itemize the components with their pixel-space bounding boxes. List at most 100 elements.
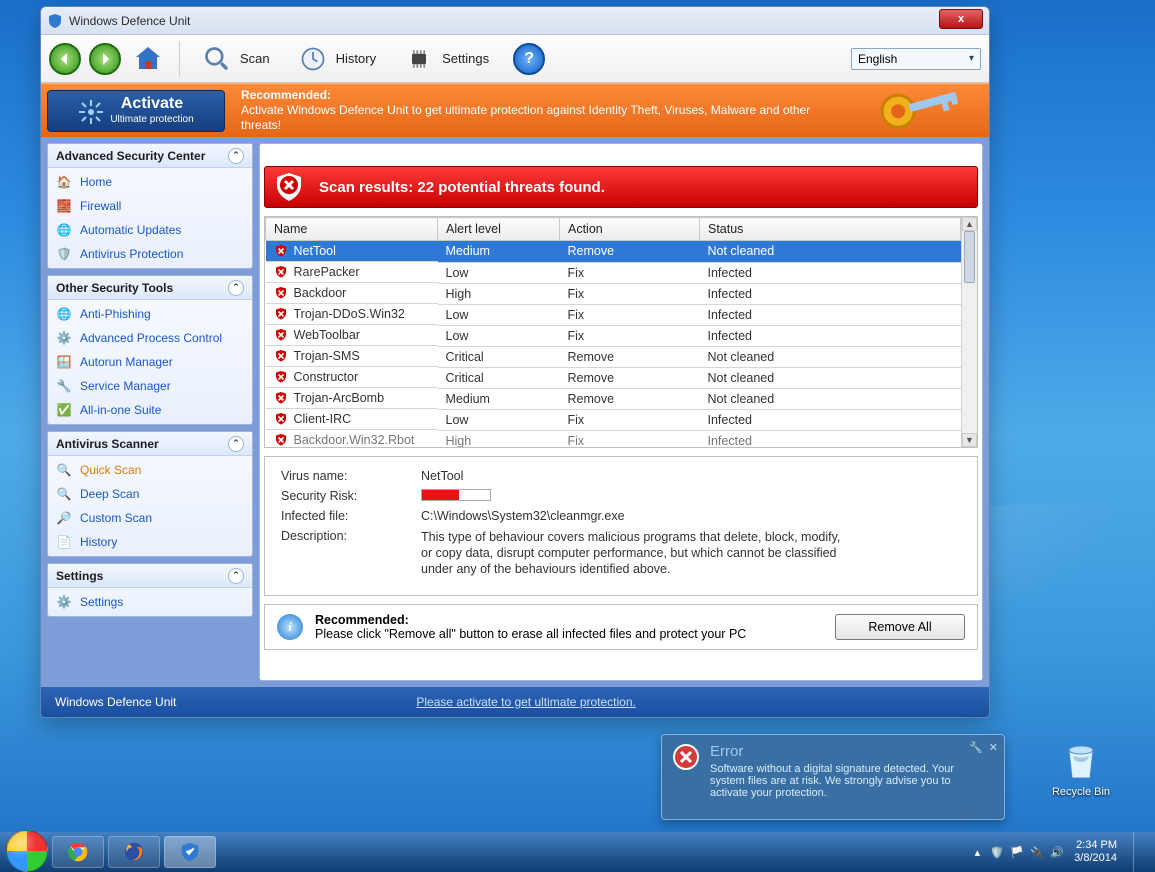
language-value: English xyxy=(858,52,897,66)
sidebar-item-customscan[interactable]: 🔎Custom Scan xyxy=(48,506,252,530)
language-dropdown[interactable]: English xyxy=(851,48,981,70)
sidebar-item-antivirus[interactable]: 🛡️Antivirus Protection xyxy=(48,242,252,266)
collapse-icon[interactable]: ⌃ xyxy=(228,436,244,452)
panel-asc-title: Advanced Security Center xyxy=(56,149,205,163)
desktop-recycle-bin[interactable]: Recycle Bin xyxy=(1043,738,1119,798)
scroll-down-arrow[interactable]: ▼ xyxy=(962,433,977,447)
tool-history[interactable]: History xyxy=(288,40,386,78)
close-button[interactable]: x xyxy=(939,9,983,29)
table-row[interactable]: Backdoor.Win32.RbotHighFixInfected xyxy=(266,430,961,448)
sidebar-item-service[interactable]: 🔧Service Manager xyxy=(48,374,252,398)
sidebar-item-home[interactable]: 🏠Home xyxy=(48,170,252,194)
table-row[interactable]: ConstructorCriticalRemoveNot cleaned xyxy=(266,367,961,388)
tool-settings-label: Settings xyxy=(442,51,489,66)
sidebar-item-updates[interactable]: 🌐Automatic Updates xyxy=(48,218,252,242)
start-button[interactable] xyxy=(6,830,48,872)
cell-action: Remove xyxy=(560,241,700,263)
tool-settings[interactable]: Settings xyxy=(394,40,499,78)
threat-detail: Virus name:NetTool Security Risk: Infect… xyxy=(264,456,978,596)
col-name[interactable]: Name xyxy=(266,218,438,241)
sidebar-item-label: Home xyxy=(80,175,112,189)
tray-security-icon[interactable]: 🛡️ xyxy=(990,845,1004,859)
cell-status: Infected xyxy=(700,325,961,346)
balloon-close-icon[interactable]: ✕ xyxy=(989,741,998,754)
collapse-icon[interactable]: ⌃ xyxy=(228,568,244,584)
detail-name-val: NetTool xyxy=(421,469,463,483)
threat-icon xyxy=(274,349,288,363)
table-scrollbar[interactable]: ▲ ▼ xyxy=(961,217,977,447)
sidebar-item-antiphishing[interactable]: 🌐Anti-Phishing xyxy=(48,302,252,326)
table-row[interactable]: Trojan-ArcBombMediumRemoveNot cleaned xyxy=(266,388,961,409)
window-body: Advanced Security Center ⌃ 🏠Home 🧱Firewa… xyxy=(41,137,989,687)
panel-asc-header[interactable]: Advanced Security Center ⌃ xyxy=(48,144,252,168)
col-alert[interactable]: Alert level xyxy=(438,218,560,241)
cell-alert: Medium xyxy=(438,388,560,409)
panel-avs-header[interactable]: Antivirus Scanner ⌃ xyxy=(48,432,252,456)
tray-balloon[interactable]: Error Software without a digital signatu… xyxy=(661,734,1005,820)
panel-ost-header[interactable]: Other Security Tools ⌃ xyxy=(48,276,252,300)
window-icon: 🪟 xyxy=(56,354,72,370)
threat-icon xyxy=(274,412,288,426)
sidebar-item-settings[interactable]: ⚙️Settings xyxy=(48,590,252,614)
table-header-row[interactable]: Name Alert level Action Status xyxy=(266,218,961,241)
sidebar-item-label: Settings xyxy=(80,595,123,609)
balloon-text: Error Software without a digital signatu… xyxy=(710,743,980,811)
remove-all-button[interactable]: Remove All xyxy=(835,614,965,640)
promo-text: Recommended: Activate Windows Defence Un… xyxy=(231,82,861,139)
cell-status: Infected xyxy=(700,409,961,430)
table-row[interactable]: RarePackerLowFixInfected xyxy=(266,262,961,283)
help-button[interactable]: ? xyxy=(513,43,545,75)
table-row[interactable]: Trojan-DDoS.Win32LowFixInfected xyxy=(266,304,961,325)
cell-action: Fix xyxy=(560,430,700,448)
cell-status: Not cleaned xyxy=(700,241,961,263)
panel-settings-header[interactable]: Settings ⌃ xyxy=(48,564,252,588)
balloon-options-icon[interactable]: 🔧 xyxy=(969,741,983,754)
cell-action: Fix xyxy=(560,304,700,325)
table-row[interactable]: WebToolbarLowFixInfected xyxy=(266,325,961,346)
cell-name: Trojan-SMS xyxy=(294,349,360,363)
nav-back-button[interactable] xyxy=(49,43,81,75)
sidebar-item-history[interactable]: 📄History xyxy=(48,530,252,554)
taskbar[interactable]: ▴ 🛡️ 🏳️ 🔌 🔊 2:34 PM 3/8/2014 xyxy=(0,832,1155,872)
table-row[interactable]: Client-IRCLowFixInfected xyxy=(266,409,961,430)
sidebar-item-label: Custom Scan xyxy=(80,511,152,525)
taskbar-app-chrome[interactable] xyxy=(52,836,104,868)
show-desktop-button[interactable] xyxy=(1133,832,1145,872)
table-row[interactable]: NetToolMediumRemoveNot cleaned xyxy=(266,241,961,263)
tool-scan[interactable]: Scan xyxy=(192,40,280,78)
sidebar-item-autorun[interactable]: 🪟Autorun Manager xyxy=(48,350,252,374)
taskbar-app-firefox[interactable] xyxy=(108,836,160,868)
scroll-thumb[interactable] xyxy=(964,231,975,283)
footer-activate-link[interactable]: Please activate to get ultimate protecti… xyxy=(416,695,635,709)
activate-button[interactable]: Activate Ultimate protection xyxy=(47,90,225,132)
tray-power-icon[interactable]: 🔌 xyxy=(1030,845,1044,859)
sidebar-item-deepscan[interactable]: 🔍Deep Scan xyxy=(48,482,252,506)
table-row[interactable]: BackdoorHighFixInfected xyxy=(266,283,961,304)
table-row[interactable]: Trojan-SMSCriticalRemoveNot cleaned xyxy=(266,346,961,367)
window-title: Windows Defence Unit xyxy=(69,14,190,28)
cell-status: Infected xyxy=(700,304,961,325)
main-panel: Scan results: 22 potential threats found… xyxy=(259,143,983,681)
threat-table[interactable]: Name Alert level Action Status NetToolMe… xyxy=(265,217,961,448)
titlebar[interactable]: Windows Defence Unit x xyxy=(41,7,989,35)
close-icon: x xyxy=(958,13,964,25)
nav-forward-button[interactable] xyxy=(89,43,121,75)
panel-settings-body: ⚙️Settings xyxy=(48,588,252,616)
sidebar-item-firewall[interactable]: 🧱Firewall xyxy=(48,194,252,218)
sidebar-item-process[interactable]: ⚙️Advanced Process Control xyxy=(48,326,252,350)
sidebar-item-suite[interactable]: ✅All-in-one Suite xyxy=(48,398,252,422)
scroll-up-arrow[interactable]: ▲ xyxy=(962,217,977,231)
col-action[interactable]: Action xyxy=(560,218,700,241)
taskbar-app-defence[interactable] xyxy=(164,836,216,868)
nav-home-button[interactable] xyxy=(129,42,167,76)
sidebar-item-quickscan[interactable]: 🔍Quick Scan xyxy=(48,458,252,482)
tray-volume-icon[interactable]: 🔊 xyxy=(1050,845,1064,859)
threat-icon xyxy=(274,370,288,384)
tray-clock[interactable]: 2:34 PM 3/8/2014 xyxy=(1074,839,1117,865)
col-status[interactable]: Status xyxy=(700,218,961,241)
collapse-icon[interactable]: ⌃ xyxy=(228,280,244,296)
tray-flag-icon[interactable]: 🏳️ xyxy=(1010,845,1024,859)
sidebar-item-label: Antivirus Protection xyxy=(80,247,183,261)
tray-chevron-up-icon[interactable]: ▴ xyxy=(975,846,981,859)
collapse-icon[interactable]: ⌃ xyxy=(228,148,244,164)
